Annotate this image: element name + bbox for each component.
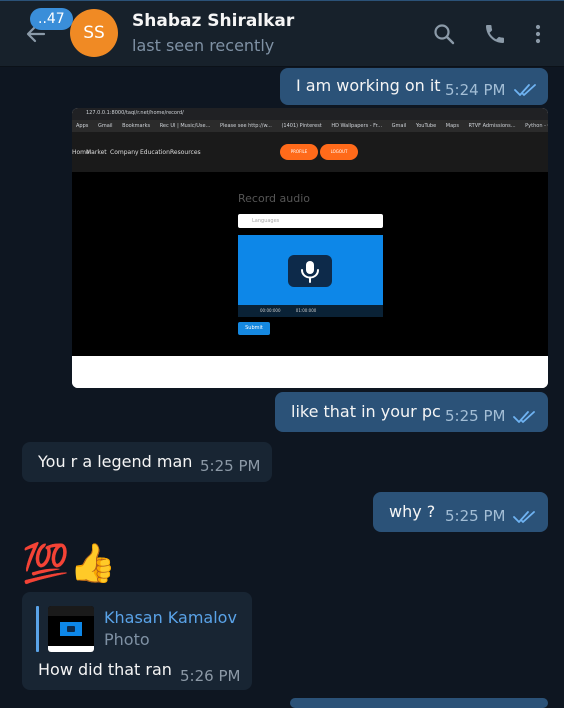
bookmark: Please see http://w... [219, 123, 272, 129]
bookmark: RTVF Admissions... [468, 123, 516, 129]
message-time: 5:25 PM [445, 507, 506, 525]
nav-link: Education [140, 149, 170, 156]
message-text: like that in your pc [291, 402, 441, 421]
message-time: 5:24 PM [445, 81, 506, 99]
message-time: 5:25 PM [200, 457, 261, 475]
bookmark: Maps [445, 123, 459, 129]
message-bubble-outgoing[interactable]: like that in your pc 5:25 PM [275, 392, 548, 432]
unread-count-badge: ..47 [30, 8, 73, 30]
language-field: Languages [238, 214, 383, 228]
phone-icon[interactable] [483, 22, 507, 46]
message-text: You r a legend man [38, 452, 193, 471]
site-navbar: Home Market Company Education Resources … [72, 132, 548, 172]
reply-photo-thumbnail[interactable] [48, 606, 94, 652]
nav-link: Market [86, 149, 107, 156]
nav-link: Resources [170, 149, 201, 156]
avatar[interactable]: SS [70, 9, 118, 57]
read-double-check-icon [513, 411, 535, 423]
bookmark: (1401) Pinterest [281, 123, 322, 129]
message-bubble-outgoing[interactable]: why ? 5:25 PM [373, 492, 548, 532]
photo-message[interactable]: 127.0.0.1:8000/taqi/r.net/home/record/ A… [72, 108, 548, 388]
bookmark: Rec UI | Music/Use... [159, 123, 211, 129]
message-text: why ? [389, 502, 436, 521]
bookmark: Bookmarks [122, 123, 151, 129]
message-bubble-incoming-reply[interactable]: Khasan Kamalov Photo How did that ran 5:… [22, 592, 252, 690]
read-double-check-icon [513, 511, 535, 523]
microphone-icon [288, 255, 332, 287]
bookmark: HD Wallpapers - Fr... [331, 123, 383, 129]
bookmark: Gmail [97, 123, 113, 129]
browser-bookmarks-bar: Apps Gmail Bookmarks Rec UI | Music/Use.… [72, 120, 548, 132]
message-text: How did that ran [38, 660, 172, 679]
message-time: 5:26 PM [180, 667, 241, 685]
nav-button: LOGOUT [320, 144, 358, 160]
reply-indicator-line [36, 606, 39, 652]
player-controls: 00:00:000 01:00:000 [238, 305, 383, 317]
header-accent-line [0, 0, 564, 1]
photo-footer [72, 356, 548, 388]
message-bubble-outgoing[interactable]: I am working on it 5:24 PM [280, 68, 548, 105]
bookmark: YouTube [415, 123, 437, 129]
contact-name[interactable]: Shabaz Shiralkar [132, 11, 294, 31]
message-time: 5:25 PM [445, 407, 506, 425]
more-vert-icon[interactable] [526, 22, 550, 46]
bookmark: Gmail [391, 123, 407, 129]
reply-sender-name: Khasan Kamalov [104, 608, 237, 627]
browser-url: 127.0.0.1:8000/taqi/r.net/home/record/ [86, 110, 184, 116]
nav-button: PROFILE [280, 144, 318, 160]
search-icon[interactable] [432, 22, 456, 46]
read-double-check-icon [514, 84, 536, 96]
message-bubble-incoming[interactable]: You r a legend man 5:25 PM [22, 442, 272, 482]
contact-status: last seen recently [132, 36, 275, 55]
message-text: I am working on it [296, 76, 441, 95]
emoji-message[interactable]: 💯👍 [22, 538, 117, 588]
reply-media-type: Photo [104, 630, 150, 649]
player-time: 00:00:000 [260, 308, 281, 313]
browser-address-bar: 127.0.0.1:8000/taqi/r.net/home/record/ [72, 108, 548, 120]
message-bubble-outgoing-partial [290, 698, 548, 708]
audio-player: 00:00:000 01:00:000 [238, 235, 383, 317]
bookmark: Apps [76, 123, 89, 129]
record-title: Record audio [238, 192, 310, 205]
chat-header: ..47 SS Shabaz Shiralkar last seen recen… [0, 0, 564, 67]
nav-link: Company [110, 149, 139, 156]
bookmark: Python - CU [525, 123, 548, 129]
site-body: Record audio Languages 00:00:000 01:00:0… [72, 172, 548, 356]
submit-button: Submit [238, 322, 270, 335]
player-time: 01:00:000 [295, 308, 317, 313]
